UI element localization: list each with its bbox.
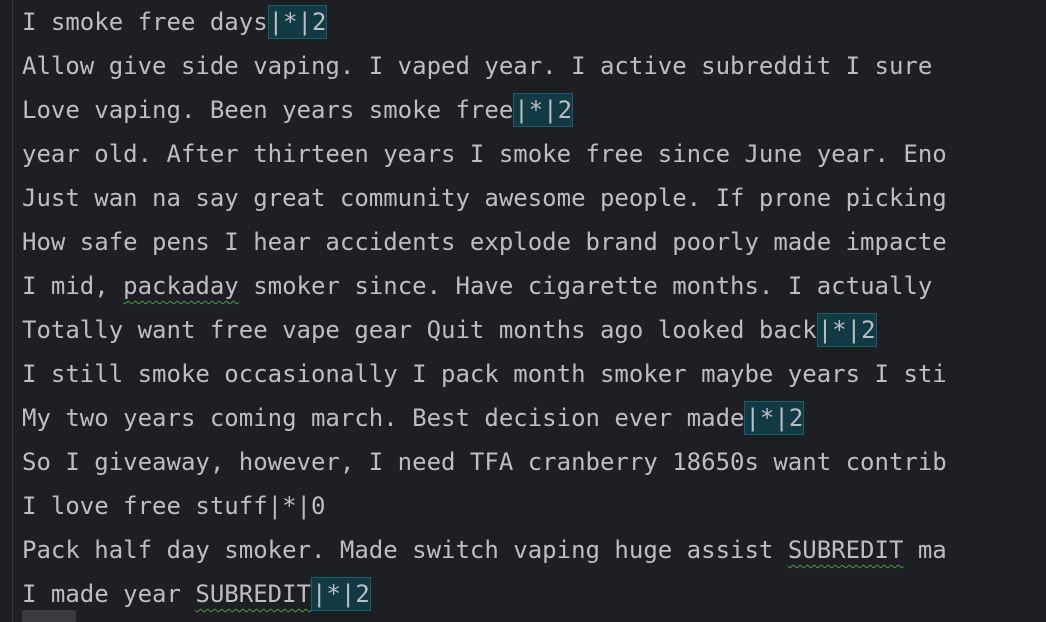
editor-line[interactable]: year old. After thirteen years I smoke f… (22, 132, 1046, 176)
line-text: How safe pens I hear accidents explode b… (22, 228, 947, 256)
occurrence-highlight: |*|2 (513, 93, 574, 127)
line-text: Totally want free vape gear Quit months … (22, 316, 817, 344)
editor-line[interactable]: Pack half day smoker. Made switch vaping… (22, 528, 1046, 572)
occurrence-highlight: |*|2 (267, 5, 328, 39)
line-text: My two years coming march. Best decision… (22, 404, 745, 432)
line-text: I mid, (22, 272, 124, 300)
spelling-typo[interactable]: packaday (123, 272, 239, 300)
editor-lines[interactable]: I smoke free days|*|2 Allow give side va… (22, 0, 1046, 616)
line-text: So I giveaway, however, I need TFA cranb… (22, 448, 947, 476)
line-text: Allow give side vaping. I vaped year. I … (22, 52, 933, 80)
line-text: Just wan na say great community awesome … (22, 184, 947, 212)
text-editor[interactable]: I smoke free days|*|2 Allow give side va… (0, 0, 1046, 622)
editor-line[interactable]: I made year SUBREDIT|*|2 (22, 572, 1046, 616)
horizontal-scrollbar-thumb[interactable] (22, 610, 76, 622)
occurrence-highlight: |*|2 (310, 577, 371, 611)
line-text: I made year (22, 580, 196, 608)
line-text: I smoke free days (22, 8, 268, 36)
editor-line[interactable]: Just wan na say great community awesome … (22, 176, 1046, 220)
editor-line[interactable]: Allow give side vaping. I vaped year. I … (22, 44, 1046, 88)
line-text: I love free stuff|*|0 (22, 492, 326, 520)
editor-line[interactable]: I love free stuff|*|0 (22, 484, 1046, 528)
line-text: year old. After thirteen years I smoke f… (22, 140, 947, 168)
spelling-typo[interactable]: SUBREDIT (195, 580, 311, 608)
editor-line[interactable]: How safe pens I hear accidents explode b… (22, 220, 1046, 264)
editor-line[interactable]: Love vaping. Been years smoke free|*|2 (22, 88, 1046, 132)
line-text: Pack half day smoker. Made switch vaping… (22, 536, 788, 564)
line-text: I still smoke occasionally I pack month … (22, 360, 947, 388)
editor-line[interactable]: Totally want free vape gear Quit months … (22, 308, 1046, 352)
editor-line[interactable]: I still smoke occasionally I pack month … (22, 352, 1046, 396)
line-text: smoker since. Have cigarette months. I a… (238, 272, 947, 300)
editor-line[interactable]: I mid, packaday smoker since. Have cigar… (22, 264, 1046, 308)
editor-line[interactable]: I smoke free days|*|2 (22, 0, 1046, 44)
occurrence-highlight: |*|2 (744, 401, 805, 435)
line-text: Love vaping. Been years smoke free (22, 96, 514, 124)
editor-line[interactable]: My two years coming march. Best decision… (22, 396, 1046, 440)
indent-guide (12, 0, 13, 622)
occurrence-highlight: |*|2 (816, 313, 877, 347)
spelling-typo[interactable]: SUBREDIT (788, 536, 904, 564)
editor-line[interactable]: So I giveaway, however, I need TFA cranb… (22, 440, 1046, 484)
line-text: ma (903, 536, 947, 564)
